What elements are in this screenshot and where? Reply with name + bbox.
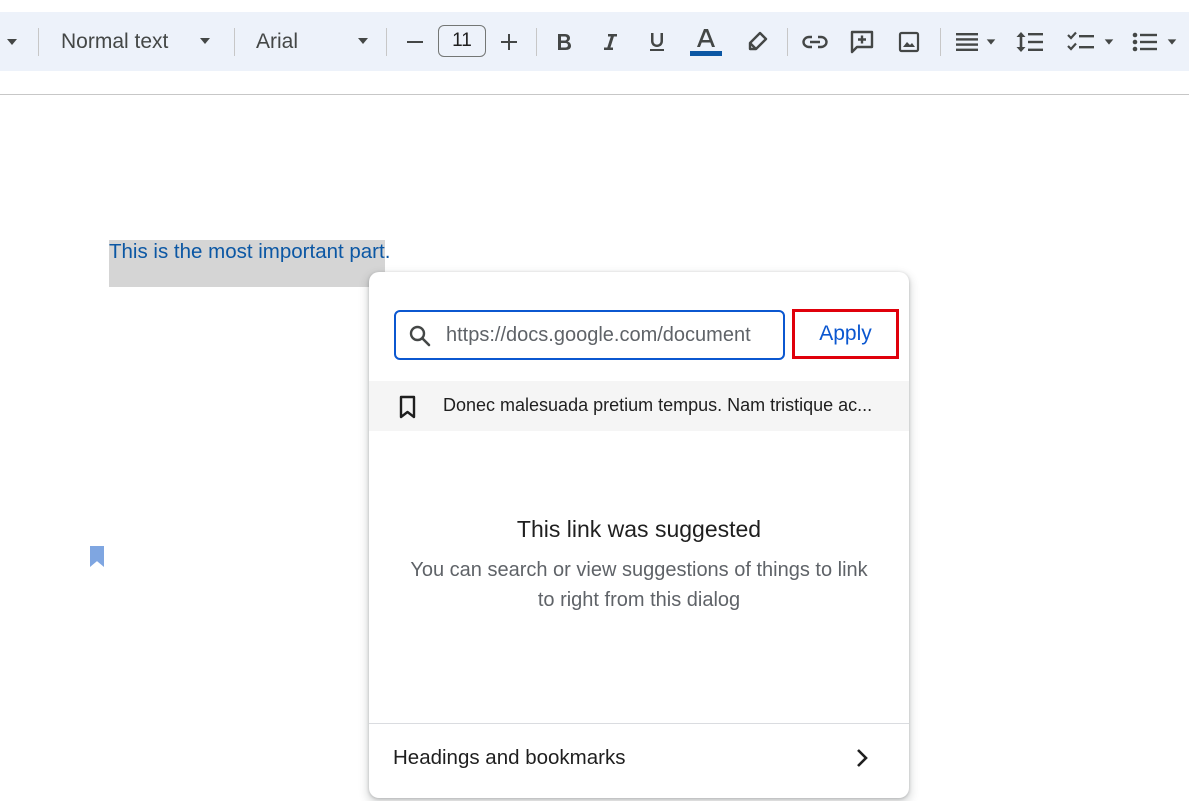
decrease-font-size-button[interactable] <box>400 12 430 71</box>
chevron-down-icon <box>986 38 996 45</box>
chevron-down-icon <box>1167 38 1177 45</box>
font-family-label: Arial <box>256 29 299 53</box>
chevron-down-icon <box>200 38 210 44</box>
font-family-dropdown[interactable]: Arial <box>244 12 377 71</box>
image-icon <box>898 31 920 52</box>
align-dropdown[interactable] <box>950 12 1002 71</box>
link-url-input[interactable] <box>446 320 780 350</box>
highlighter-icon <box>748 31 768 50</box>
suggestion-subtitle: You can search or view suggestions of th… <box>410 559 868 611</box>
toolbar-divider <box>38 28 39 56</box>
search-icon <box>409 325 431 347</box>
highlight-color-button[interactable] <box>742 12 772 71</box>
insert-image-button[interactable] <box>892 12 926 71</box>
toolbar-divider <box>787 28 788 56</box>
checklist-icon <box>1067 31 1094 51</box>
chevron-down-icon <box>1104 38 1114 45</box>
link-search-field[interactable] <box>394 310 785 360</box>
bulleted-list-icon <box>1132 32 1157 51</box>
insert-link-button[interactable] <box>798 12 832 71</box>
bold-icon <box>558 33 571 50</box>
paragraph-style-dropdown[interactable]: Normal text <box>50 12 225 71</box>
add-comment-button[interactable] <box>845 12 879 71</box>
bookmark-icon <box>399 395 416 419</box>
selected-heading-text[interactable]: This is the most important part. <box>109 240 391 287</box>
apply-button[interactable]: Apply <box>792 309 899 359</box>
toolbar-divider <box>386 28 387 56</box>
plus-icon <box>501 33 517 50</box>
headings-and-bookmarks-label: Headings and bookmarks <box>393 746 626 769</box>
suggestion-text: Donec malesuada pretium tempus. Nam tris… <box>443 395 873 415</box>
toolbar-divider <box>234 28 235 56</box>
italic-icon <box>604 33 617 50</box>
headings-and-bookmarks-button[interactable]: Headings and bookmarks <box>369 724 909 798</box>
text-color-icon <box>690 28 722 56</box>
increase-font-size-button[interactable] <box>494 12 524 71</box>
suggestion-title: This link was suggested <box>516 516 762 542</box>
underline-button[interactable] <box>641 12 673 71</box>
paragraph-style-label: Normal text <box>61 29 169 53</box>
link-icon <box>802 35 828 48</box>
chevron-down-icon <box>358 38 368 44</box>
underline-icon <box>650 32 664 51</box>
add-comment-icon <box>850 30 874 53</box>
bold-button[interactable] <box>548 12 580 71</box>
zoom-dropdown-chevron[interactable] <box>0 12 24 71</box>
text-color-button[interactable] <box>688 12 724 71</box>
bulleted-list-dropdown[interactable] <box>1126 12 1184 71</box>
toolbar-divider <box>536 28 537 56</box>
formatting-toolbar: Normal text Arial 11 <box>0 12 1189 71</box>
toolbar-divider <box>940 28 941 56</box>
font-size-input[interactable]: 11 <box>438 25 486 57</box>
insert-link-dialog: Apply Donec malesuada pretium tempus. Na… <box>369 272 909 798</box>
italic-button[interactable] <box>594 12 626 71</box>
selected-text-highlight[interactable]: This is the most important part <box>109 240 385 287</box>
checklist-dropdown[interactable] <box>1062 12 1120 71</box>
heading-trailing-period: . <box>384 240 391 263</box>
bookmark-suggestion-item[interactable]: Donec malesuada pretium tempus. Nam tris… <box>369 381 909 431</box>
line-spacing-button[interactable] <box>1012 12 1048 71</box>
chevron-down-icon <box>7 38 17 45</box>
chevron-right-icon <box>857 749 868 767</box>
minus-icon <box>407 40 423 43</box>
line-spacing-icon <box>1016 31 1043 52</box>
align-icon <box>956 32 978 51</box>
